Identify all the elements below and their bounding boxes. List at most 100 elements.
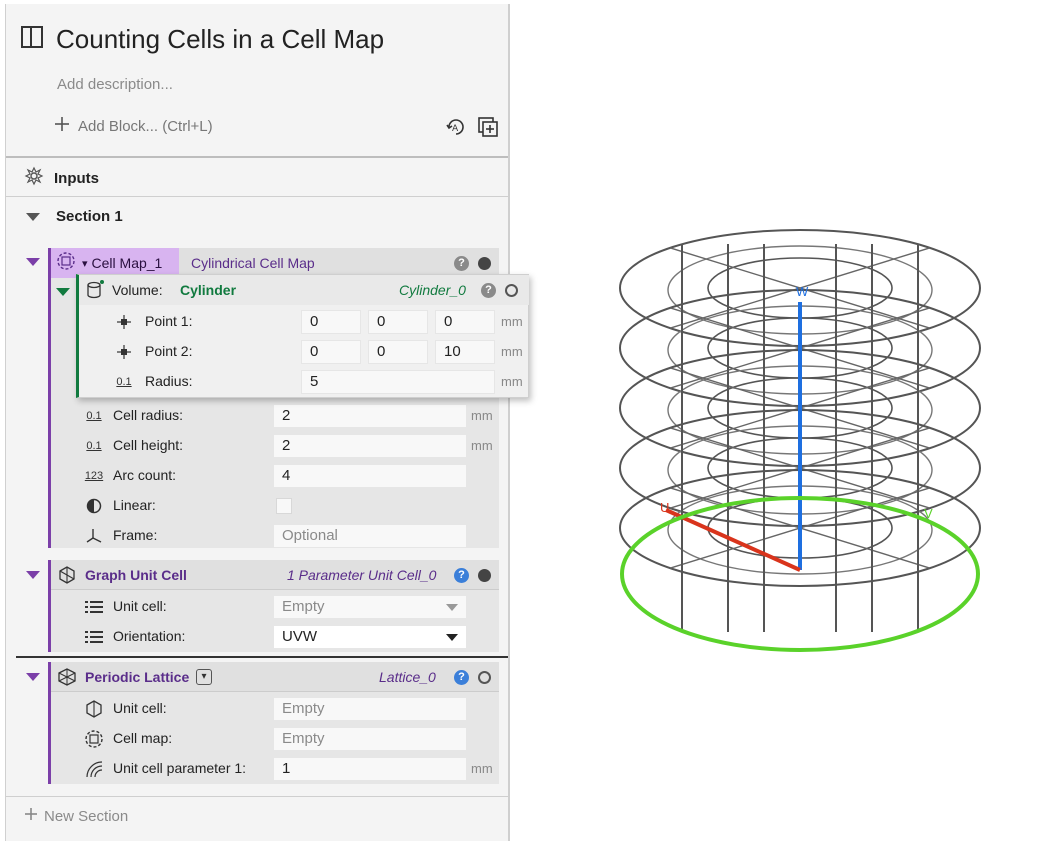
param-label: Cell map: <box>113 730 173 746</box>
header-actions: A <box>445 116 499 143</box>
orientation-select[interactable]: UVW <box>273 625 467 649</box>
point1-z-field[interactable]: 0 <box>435 310 495 334</box>
block-header: Periodic Lattice ▾ Lattice_0 ? <box>51 662 499 692</box>
collapse-icon[interactable] <box>26 571 40 579</box>
graph-unit-cell-block: Graph Unit Cell 1 Parameter Unit Cell_0 … <box>48 560 499 652</box>
scalar-icon: 0.1 <box>86 410 102 422</box>
radius-field[interactable]: 5 <box>301 370 495 394</box>
panel-toggle-icon[interactable] <box>20 25 44 54</box>
collapse-icon[interactable] <box>26 673 40 681</box>
cell-height-field[interactable]: 2 <box>273 434 467 458</box>
status-dot <box>505 284 518 297</box>
chevron-down-icon: ▾ <box>82 257 88 270</box>
select-value: UVW <box>282 628 317 645</box>
param-row: Cell map: Empty <box>51 724 499 754</box>
cylinder-icon <box>85 280 105 305</box>
block-name: Graph Unit Cell <box>85 567 187 583</box>
auto-run-icon[interactable]: A <box>445 116 467 143</box>
list-icon <box>83 598 105 616</box>
plus-icon <box>24 807 38 825</box>
divider <box>6 156 508 158</box>
add-block-button[interactable]: Add Block... (Ctrl+L) <box>54 116 213 136</box>
block-name: Cell Map_1 <box>91 255 163 271</box>
volume-label: Volume: <box>112 282 163 298</box>
divider <box>16 656 508 658</box>
param-row: Point 2: 0 0 10 mm <box>79 337 529 367</box>
description-field[interactable]: Add description... <box>57 76 173 93</box>
cell-map-icon <box>83 730 105 748</box>
param-label: Cell height: <box>113 437 184 453</box>
inputs-label: Inputs <box>54 169 99 187</box>
inputs-row[interactable]: Inputs <box>24 166 99 190</box>
help-icon[interactable]: ? <box>481 283 496 298</box>
linear-checkbox[interactable] <box>276 498 292 514</box>
point1-x-field[interactable]: 0 <box>301 310 361 334</box>
volume-panel: Volume: Cylinder Cylinder_0 ? Point 1: 0… <box>76 274 529 398</box>
section-header[interactable]: Section 1 <box>26 208 123 225</box>
param-label: Radius: <box>145 373 193 389</box>
list-icon <box>83 628 105 646</box>
3d-viewport[interactable]: W U V <box>600 210 1010 660</box>
help-icon[interactable]: ? <box>454 568 469 583</box>
scalar-icon: 0.1 <box>86 440 102 452</box>
param-label: Point 2: <box>145 343 193 359</box>
param-label: Orientation: <box>113 628 186 644</box>
unit-cell-icon <box>83 700 105 718</box>
param-label: Unit cell parameter 1: <box>113 760 247 776</box>
param-row: 0.1 Cell radius: 2 mm <box>51 401 499 431</box>
frame-field[interactable]: Optional <box>273 524 467 548</box>
block-type: Cylindrical Cell Map <box>191 255 315 271</box>
parameter-icon <box>83 760 105 778</box>
collapse-icon[interactable] <box>56 288 70 296</box>
integer-icon: 123 <box>84 470 104 482</box>
param-row: 0.1 Cell height: 2 mm <box>51 431 499 461</box>
new-section-button[interactable]: New Section <box>24 807 128 825</box>
param-row: Unit cell parameter 1: 1 mm <box>51 754 499 784</box>
volume-type: Cylinder <box>180 282 237 298</box>
arc-count-field[interactable]: 4 <box>273 464 467 488</box>
chevron-down-icon <box>446 604 458 611</box>
u-axis-label: U <box>660 500 669 515</box>
unit-cell-field[interactable]: Empty <box>273 697 467 721</box>
param-label: Point 1: <box>145 313 193 329</box>
divider <box>6 796 508 797</box>
title-row: Counting Cells in a Cell Map <box>20 24 384 55</box>
point-icon <box>113 313 135 331</box>
cell-radius-field[interactable]: 2 <box>273 404 467 428</box>
cell-map-field[interactable]: Empty <box>273 727 467 751</box>
point1-y-field[interactable]: 0 <box>368 310 428 334</box>
lattice-icon <box>57 667 77 692</box>
add-section-icon[interactable] <box>477 116 499 143</box>
param-label: Cell radius: <box>113 407 184 423</box>
cylinder-wireframe[interactable]: W U V <box>600 210 1010 660</box>
notebook-header: Counting Cells in a Cell Map Add descrip… <box>6 4 508 156</box>
help-icon[interactable]: ? <box>454 670 469 685</box>
volume-header: Volume: Cylinder Cylinder_0 ? <box>79 275 529 305</box>
new-section-label: New Section <box>44 807 129 825</box>
block-instance: Lattice_0 <box>379 669 436 685</box>
unit-label: mm <box>501 374 523 389</box>
help-icon[interactable]: ? <box>454 256 469 271</box>
unit-label: mm <box>471 761 493 776</box>
block-name: Periodic Lattice <box>85 669 190 685</box>
point2-z-field[interactable]: 10 <box>435 340 495 364</box>
param-row: Unit cell: Empty <box>51 592 499 622</box>
scalar-icon: 0.1 <box>116 376 132 388</box>
chevron-down-icon[interactable]: ▾ <box>196 669 212 685</box>
param-label: Arc count: <box>113 467 177 483</box>
point2-x-field[interactable]: 0 <box>301 340 361 364</box>
param-label: Unit cell: <box>113 598 167 614</box>
unit-cell-select[interactable]: Empty <box>273 595 467 619</box>
w-axis-label: W <box>796 284 809 299</box>
unit-label: mm <box>501 314 523 329</box>
param-label: Frame: <box>113 527 158 543</box>
chevron-down-icon <box>446 634 458 641</box>
page-title[interactable]: Counting Cells in a Cell Map <box>56 24 384 55</box>
point2-y-field[interactable]: 0 <box>368 340 428 364</box>
collapse-icon[interactable] <box>26 258 40 266</box>
svg-text:A: A <box>452 124 459 134</box>
section-title: Section 1 <box>56 208 123 225</box>
gear-nodes-icon <box>24 166 44 190</box>
param-row: Frame: Optional <box>51 521 499 551</box>
unit-cell-parameter-field[interactable]: 1 <box>273 757 467 781</box>
